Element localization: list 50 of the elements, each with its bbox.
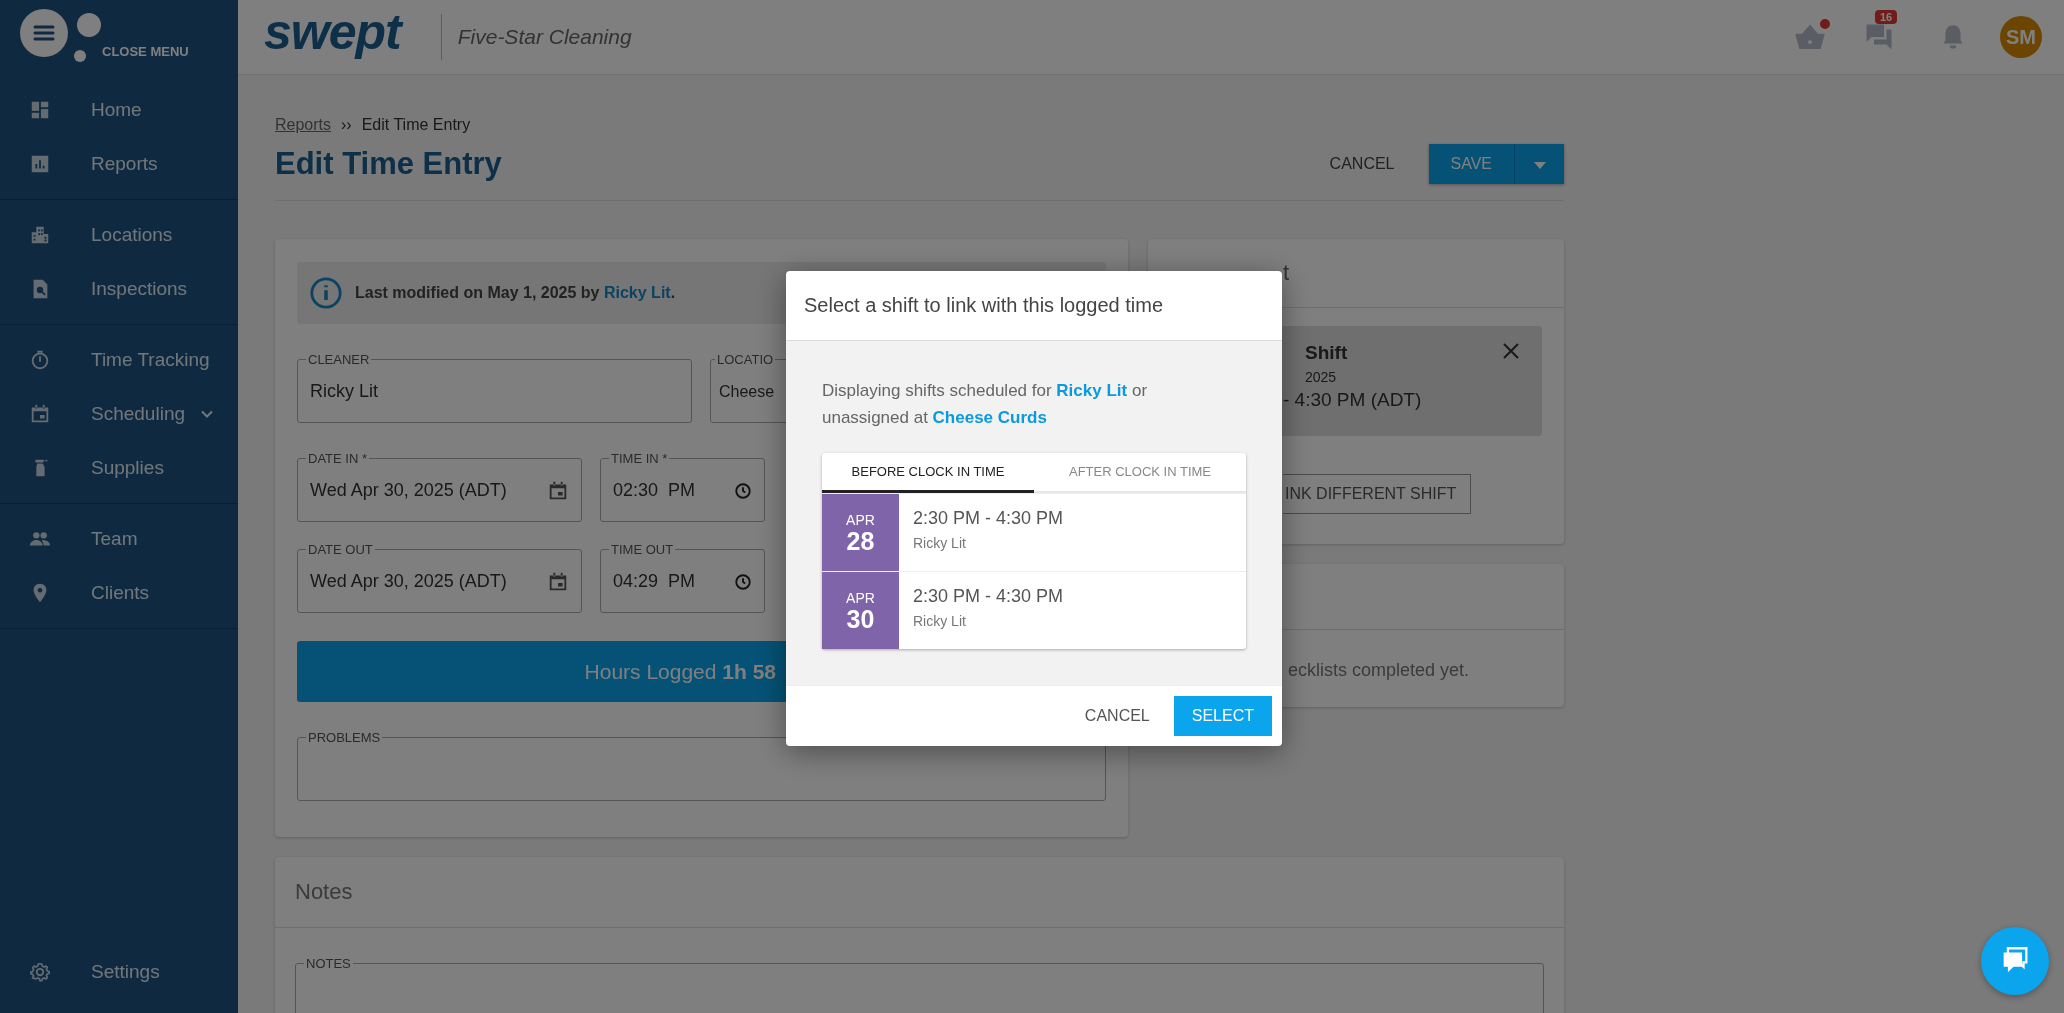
time-field[interactable]: TIME IN * 02:30 PM [600, 451, 765, 522]
cleaner-link[interactable]: Ricky Lit [1056, 381, 1128, 400]
nav-item[interactable]: Time Tracking [0, 333, 238, 387]
shift-cleaner: Ricky Lit [913, 535, 967, 551]
text-field[interactable]: CLEANER Ricky Lit [297, 352, 692, 423]
nav-item[interactable]: Scheduling [0, 387, 238, 441]
time-field[interactable]: TIME OUT 04:29 PM [600, 542, 765, 613]
dialog-description: Displaying shifts scheduled for Ricky Lit or unassigned at Cheese Curds [822, 380, 1149, 429]
breadcrumb-link[interactable]: Reports [275, 116, 332, 134]
tab[interactable]: AFTER CLOCK IN TIME [1034, 453, 1246, 493]
shift-time: - 4:30 PM (ADT) [1283, 389, 1423, 411]
nav-item[interactable]: Settings [0, 945, 238, 999]
date-field[interactable]: DATE IN * Wed Apr 30, 2025 (ADT) [297, 451, 582, 522]
card-title: t [1283, 260, 1290, 286]
shift-time: 2:30 PM - 4:30 PM [913, 508, 1064, 529]
breadcrumb-current: Edit Time Entry [361, 116, 471, 134]
notes-field[interactable]: NOTES [295, 956, 1544, 1013]
date-field[interactable]: DATE OUT Wed Apr 30, 2025 (ADT) [297, 542, 582, 613]
location-link[interactable]: Cheese Curds [932, 408, 1047, 427]
nav-item[interactable]: Inspections [0, 262, 238, 316]
save-button[interactable]: SAVE [1428, 144, 1514, 184]
nav-item[interactable]: Reports [0, 137, 238, 191]
nav-item[interactable]: Home [0, 83, 238, 137]
date-badge: APR 28 [822, 494, 899, 571]
shift-item[interactable]: APR 30 2:30 PM - 4:30 PM Ricky Lit [822, 571, 1246, 649]
empty-message: ecklists completed yet. [1287, 659, 1471, 681]
hours-logged-text: Hours Logged 1h 58 [584, 659, 776, 684]
date-badge: APR 30 [822, 572, 899, 649]
shift-cleaner: Ricky Lit [913, 613, 967, 629]
cleaner-link[interactable]: Ricky Lit [603, 284, 671, 301]
shift-date: 2025 [1305, 369, 1338, 385]
company-name: Five-Star Cleaning [457, 25, 632, 49]
page-title: Edit Time Entry [275, 146, 503, 182]
nav-item[interactable]: Supplies [0, 441, 238, 495]
link-shift-button[interactable]: INK DIFFERENT SHIFT [1283, 474, 1472, 514]
shift-name: Shift [1305, 342, 1348, 364]
user-avatar[interactable]: SM [2000, 16, 2042, 58]
breadcrumb-separator: ›› [341, 116, 352, 134]
nav-item[interactable]: Team [0, 512, 238, 566]
select-button[interactable]: SELECT [1173, 696, 1272, 736]
card-title: Notes [275, 857, 1564, 928]
shift-item[interactable]: APR 28 2:30 PM - 4:30 PM Ricky Lit [822, 493, 1246, 571]
message-count-badge: 16 [1875, 10, 1898, 24]
messages-button[interactable]: 16 [1864, 10, 1902, 52]
nav-item[interactable]: Clients [0, 566, 238, 620]
shift-time: 2:30 PM - 4:30 PM [913, 586, 1064, 607]
nav-item[interactable]: Locations [0, 208, 238, 262]
last-modified-text: Last modified on May 1, 2025 by Ricky Lit. [355, 284, 676, 302]
close-menu-label[interactable]: CLOSE MENU [102, 44, 189, 59]
cancel-button[interactable]: CANCEL [1323, 154, 1401, 174]
